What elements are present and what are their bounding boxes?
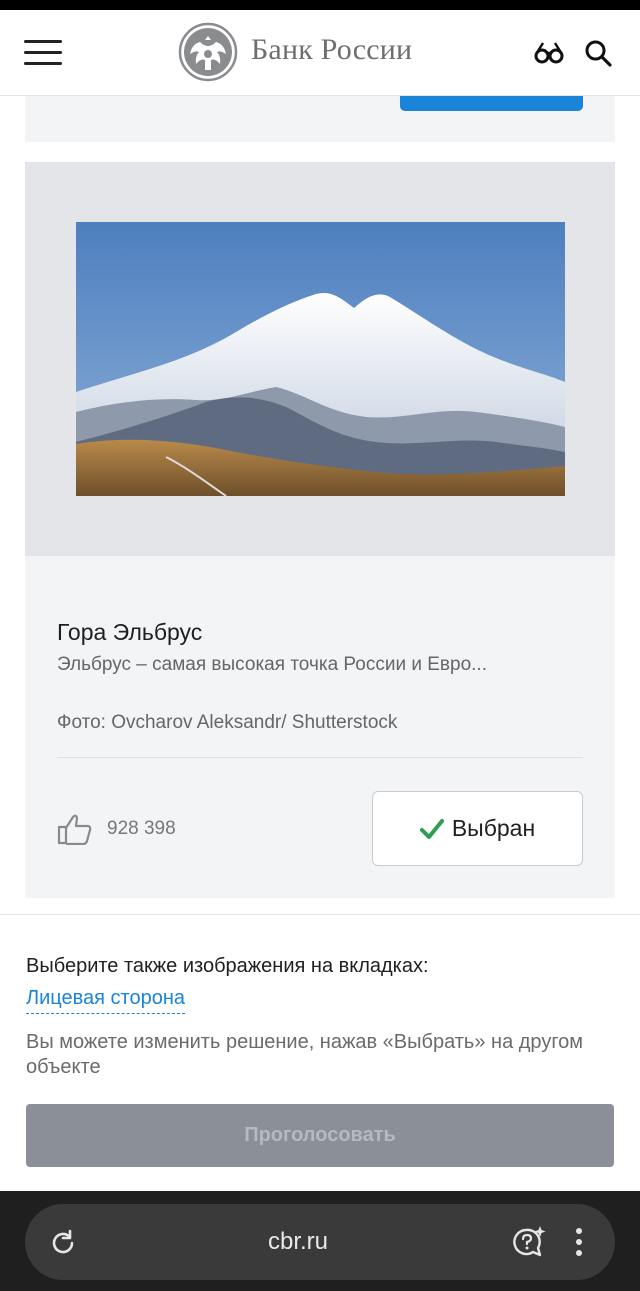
selected-button-label: Выбран xyxy=(451,815,536,841)
choose-other-tabs-text: Выберите также изображения на вкладках: xyxy=(26,955,429,977)
card-image-area xyxy=(25,162,615,556)
more-options-icon[interactable] xyxy=(573,1226,585,1258)
front-side-tab-link[interactable]: Лицевая сторона xyxy=(26,987,186,1014)
browser-toolbar: cbr.ru xyxy=(0,1191,640,1291)
address-bar[interactable]: cbr.ru xyxy=(25,1204,615,1280)
previous-card-button[interactable] xyxy=(400,96,583,111)
thumbs-up-icon xyxy=(57,814,92,845)
divider xyxy=(57,757,583,758)
selected-button[interactable]: Выбран xyxy=(372,791,583,866)
checkmark-icon xyxy=(419,818,444,839)
change-decision-hint: Вы можете изменить решение, нажав «Выбра… xyxy=(26,1031,584,1078)
previous-card-bottom xyxy=(25,96,615,142)
photo-credit: Фото: Ovcharov Aleksandr/ Shutterstock xyxy=(57,712,398,733)
like-count: 928 398 xyxy=(107,818,176,839)
site-header: Банк России xyxy=(0,10,640,96)
hamburger-menu-icon[interactable] xyxy=(24,40,62,66)
url-text[interactable]: cbr.ru xyxy=(25,1228,571,1256)
search-icon[interactable] xyxy=(584,39,612,67)
vote-button[interactable]: Проголосовать xyxy=(26,1104,614,1167)
voting-card: Гора Эльбрус Эльбрус – самая высокая точ… xyxy=(25,162,615,898)
status-bar xyxy=(0,0,640,10)
accessibility-glasses-icon[interactable] xyxy=(534,40,564,66)
bank-emblem-logo[interactable] xyxy=(178,22,238,82)
card-title: Гора Эльбрус xyxy=(57,619,203,645)
card-description[interactable]: Эльбрус – самая высокая точка России и Е… xyxy=(57,654,587,676)
assistant-chat-icon[interactable] xyxy=(509,1224,547,1260)
bank-name-logo-text: Банк России xyxy=(251,33,413,66)
elbrus-photo[interactable] xyxy=(76,222,565,496)
vote-panel: Выберите также изображения на вкладках: … xyxy=(0,914,640,1191)
